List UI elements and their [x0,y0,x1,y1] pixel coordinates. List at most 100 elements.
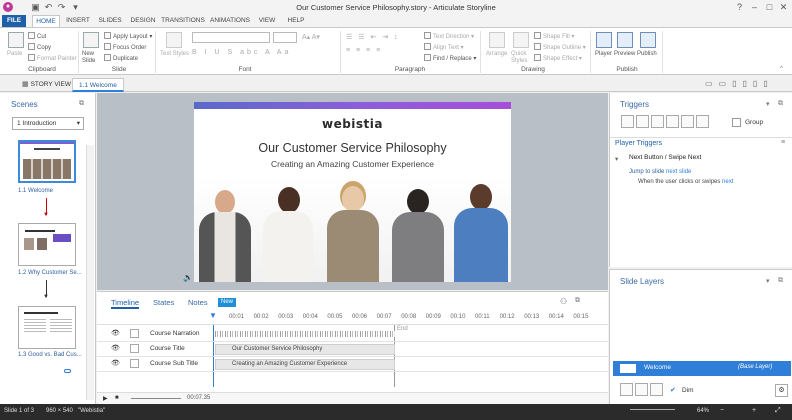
base-layer-row[interactable]: Welcome (Base Layer) [613,361,791,376]
preview-icon[interactable] [617,32,633,48]
collapse-icon[interactable]: ▾ [615,155,618,163]
slide-title[interactable]: Our Customer Service Philosophy [194,141,511,155]
popout-icon[interactable]: ⧉ [79,100,84,108]
tab-help[interactable]: HELP [283,15,309,27]
trigger-condition[interactable]: When the user clicks or swipes next [638,179,733,185]
new-slide-icon[interactable] [83,32,99,48]
timeline-bar[interactable]: Creating an Amazing Customer Experience [215,359,395,370]
copy-trigger-icon[interactable] [651,115,664,128]
list-icon[interactable]: ≡ [781,139,785,146]
trigger-item-title[interactable]: Next Button / Swipe Next [629,154,701,161]
delete-trigger-icon[interactable] [681,115,694,128]
tab-view[interactable]: VIEW [255,15,279,27]
grow-shrink-font-icons[interactable]: A▴ A▾ [302,33,320,41]
tab-states[interactable]: States [153,298,174,307]
text-direction-button[interactable]: Text Direction ▾ [424,32,474,40]
font-family-select[interactable] [192,32,270,43]
tab-timeline[interactable]: Timeline [111,298,140,309]
font-format-icons[interactable]: B I U S abc A Aa [192,49,291,56]
new-layer-icon[interactable] [620,383,633,396]
edit-trigger-icon[interactable] [636,115,649,128]
popout-icon[interactable]: ⧉ [778,277,783,285]
help-icon[interactable]: ? [734,2,745,13]
tab-animations[interactable]: ANIMATIONS [208,15,252,27]
lock-checkbox[interactable] [130,344,139,353]
timeline-row[interactable]: 👁 Course Title Our Customer Service Phil… [97,342,608,357]
lock-checkbox[interactable] [130,359,139,368]
stop-icon[interactable]: ■ [115,395,119,401]
tab-file[interactable]: FILE [2,15,26,27]
dim-check-icon[interactable]: ✔ [670,386,676,394]
collapse-ribbon-icon[interactable]: ^ [780,66,783,72]
eye-icon[interactable]: 👁 [111,359,120,367]
preview-button[interactable]: Preview [614,51,635,57]
player-button[interactable]: Player [595,51,612,57]
tab-home[interactable]: HOME [32,15,60,27]
cut-button[interactable]: Cut [28,32,46,40]
trigger-action-link[interactable]: next slide [666,169,691,175]
new-slide-button[interactable]: New Slide [82,51,102,65]
text-styles-icon[interactable] [166,32,182,48]
slide-canvas[interactable]: webistia Our Customer Service Philosophy… [194,102,511,282]
shape-outline-button[interactable]: Shape Outline ▾ [534,43,586,51]
eye-icon[interactable]: 👁 [111,344,120,352]
quick-styles-button[interactable]: Quick Styles [511,51,533,65]
group-checkbox[interactable] [732,118,741,127]
copy-button[interactable]: Copy [28,43,51,51]
popout-icon[interactable]: ⧉ [778,100,783,108]
zoom-slider[interactable] [630,409,675,410]
play-icon[interactable]: ▶ [103,395,108,402]
story-view-tab[interactable]: ▦ STORY VIEW [16,78,77,92]
dropdown-icon[interactable]: ▾ [766,277,770,285]
slide-label-3[interactable]: 1.3 Good vs. Bad Cus... [18,352,82,358]
paste-button[interactable]: Paste [7,51,22,57]
minimize-icon[interactable]: – [749,2,760,13]
playhead-icon[interactable]: ▼ [209,311,217,320]
slide-logo[interactable]: webistia [194,117,511,131]
quick-styles-icon[interactable] [513,32,529,48]
arrange-button[interactable]: Arrange [486,51,507,57]
shape-effect-button[interactable]: Shape Effect ▾ [534,54,582,62]
player-icon[interactable] [596,32,612,48]
scenes-scrollbar[interactable] [86,145,94,400]
slide-label-2[interactable]: 1.2 Why Customer Se... [18,270,82,276]
tab-design[interactable]: DESIGN [128,15,158,27]
zoom-in-icon[interactable]: + [752,407,756,414]
paste-trigger-icon[interactable] [666,115,679,128]
timeline-row[interactable]: 👁 Course Sub Title Creating an Amazing C… [97,357,608,372]
close-icon[interactable]: ✕ [778,2,789,13]
timeline-bar[interactable]: Our Customer Service Philosophy [215,344,395,355]
list-format-icons[interactable]: ☰ ☰ ⇤ ⇥ ↕ [346,33,400,41]
timeline-popout-icon[interactable]: ⧉ [575,297,580,305]
zoom-out-icon[interactable]: − [720,407,724,414]
slide-thumbnail-2[interactable] [18,223,76,266]
new-trigger-icon[interactable] [621,115,634,128]
align-text-button[interactable]: Align Text ▾ [424,43,464,51]
duplicate-button[interactable]: Duplicate [104,54,138,62]
publish-button[interactable]: Publish [637,51,657,57]
slide-subtitle[interactable]: Creating an Amazing Customer Experience [194,159,511,169]
arrange-icon[interactable] [489,32,505,48]
audio-waveform[interactable] [215,331,395,337]
text-styles-button[interactable]: Text Styles [160,51,189,57]
move-trigger-icon[interactable] [696,115,709,128]
publish-icon[interactable] [640,32,656,48]
timeline-row[interactable]: 👁 Course Narration [97,327,608,342]
find-replace-button[interactable]: Find / Replace ▾ [424,54,476,62]
focus-order-button[interactable]: Focus Order [104,43,146,51]
slide-label-1[interactable]: 1.1 Welcome [18,188,53,194]
people-photo[interactable] [194,177,511,282]
slide-thumbnail-3[interactable] [18,306,76,349]
font-size-select[interactable] [273,32,297,43]
audio-speaker-icon[interactable]: 🔈 [183,273,193,282]
trigger-condition-link[interactable]: next [722,179,733,185]
zoom-slider[interactable] [131,398,181,399]
maximize-icon[interactable]: □ [764,2,775,13]
tab-transitions[interactable]: TRANSITIONS [161,15,205,27]
trigger-action[interactable]: Jump to slide next slide [629,169,691,175]
tab-slides[interactable]: SLIDES [96,15,124,27]
duplicate-layer-icon[interactable] [635,383,648,396]
shape-fill-button[interactable]: Shape Fill ▾ [534,32,574,40]
tab-notes[interactable]: Notes [188,298,208,307]
eye-icon[interactable]: 👁 [111,329,120,337]
